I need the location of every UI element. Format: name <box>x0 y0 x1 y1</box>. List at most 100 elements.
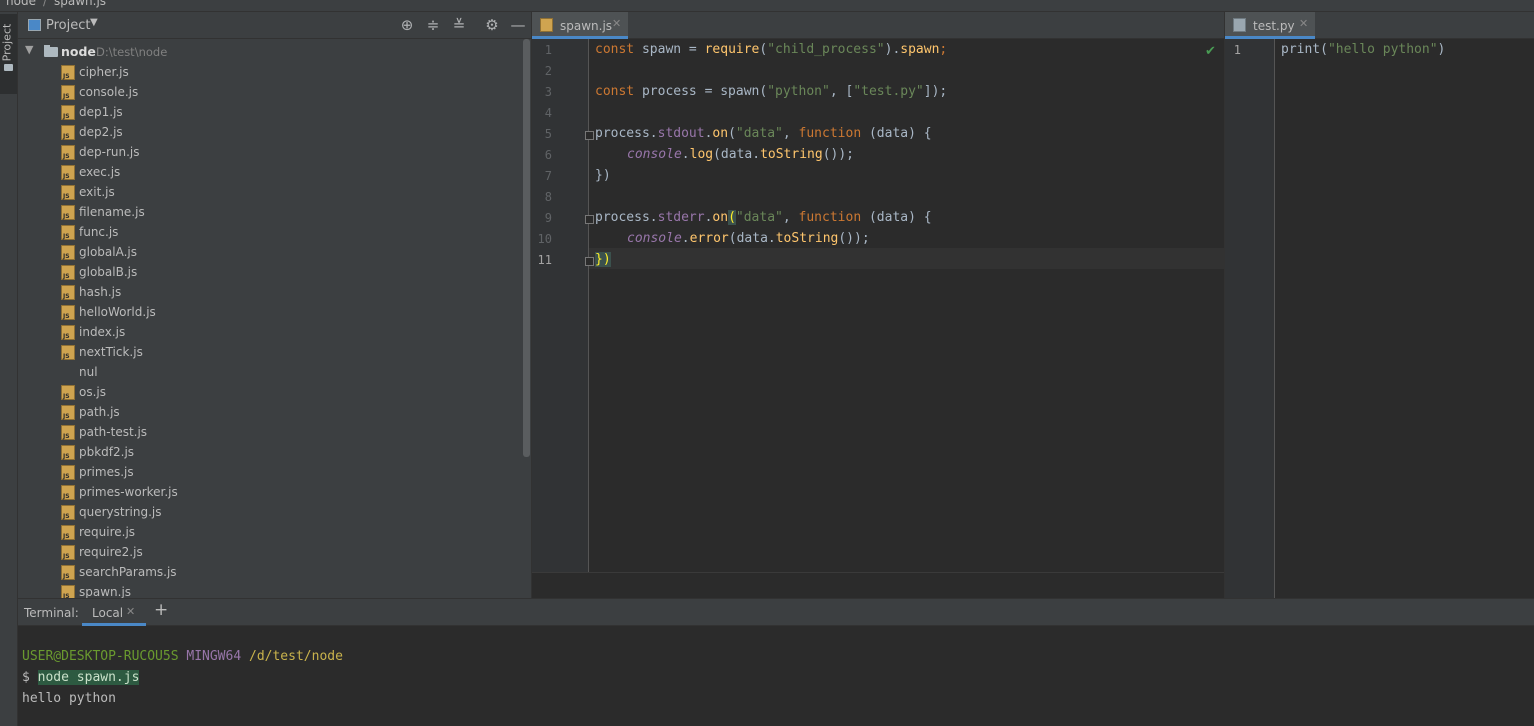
js-file-icon <box>61 125 75 140</box>
token: function <box>798 210 862 225</box>
file-tree-item[interactable]: primes-worker.js <box>18 482 522 502</box>
code-line-3[interactable]: const process = spawn("python", ["test.p… <box>595 84 947 99</box>
root-folder-path: D:\test\node <box>96 45 168 59</box>
file-tree-item[interactable]: searchParams.js <box>18 562 522 582</box>
token: const <box>595 84 635 99</box>
file-tree-item[interactable]: spawn.js <box>18 582 522 598</box>
js-file-icon <box>61 265 75 280</box>
prompt-path: /d/test/node <box>249 649 343 664</box>
chevron-down-icon[interactable]: ▼ <box>90 17 98 28</box>
token: function <box>798 126 862 141</box>
tab-test-py[interactable]: test.py ✕ <box>1225 12 1315 39</box>
file-tree-item[interactable]: console.js <box>18 82 522 102</box>
js-file-icon <box>61 325 75 340</box>
project-tool-tab-label: Project <box>0 23 14 62</box>
file-tree-item[interactable]: path.js <box>18 402 522 422</box>
line-number-gutter: 1 <box>1225 39 1275 598</box>
code-line-5[interactable]: process.stdout.on("data", function (data… <box>595 126 932 141</box>
file-tree-item[interactable]: globalA.js <box>18 242 522 262</box>
js-file-icon <box>61 585 75 598</box>
project-window-icon <box>28 19 41 31</box>
file-tree-item[interactable]: querystring.js <box>18 502 522 522</box>
fold-marker-icon[interactable] <box>585 215 594 224</box>
file-tree-item[interactable]: globalB.js <box>18 262 522 282</box>
terminal-output-line: hello python <box>22 691 116 706</box>
project-scrollbar[interactable] <box>522 39 531 598</box>
scrollbar-thumb[interactable] <box>523 39 530 457</box>
token: ( <box>728 210 736 225</box>
line-number: 11 <box>537 253 552 267</box>
file-tree-item[interactable]: exit.js <box>18 182 522 202</box>
chevron-down-icon[interactable]: ▼ <box>25 43 33 56</box>
line-number: 9 <box>544 211 552 225</box>
token: , [ <box>829 84 854 99</box>
tab-spawn-js[interactable]: spawn.js ✕ <box>532 12 628 39</box>
fold-marker-icon[interactable] <box>585 131 594 140</box>
file-tree-item[interactable]: require.js <box>18 522 522 542</box>
file-tree-item[interactable]: dep-run.js <box>18 142 522 162</box>
close-icon[interactable]: ✕ <box>1299 17 1308 30</box>
js-file-icon <box>61 405 75 420</box>
expand-all-icon[interactable]: ≑ <box>423 15 443 35</box>
file-tree-item[interactable]: hash.js <box>18 282 522 302</box>
file-tree-item[interactable]: helloWorld.js <box>18 302 522 322</box>
tree-root-node[interactable]: ▼ node D:\test\node <box>18 42 522 62</box>
file-tree-item[interactable]: path-test.js <box>18 422 522 442</box>
terminal-command-line[interactable]: $ node spawn.js <box>22 670 140 685</box>
add-terminal-icon[interactable]: + <box>154 600 168 620</box>
file-tree-item[interactable]: nul <box>18 362 522 382</box>
file-name: exit.js <box>79 185 115 199</box>
minimize-icon[interactable]: — <box>508 15 528 35</box>
js-file-icon <box>61 505 75 520</box>
file-tree-item[interactable]: index.js <box>18 322 522 342</box>
file-tree-item[interactable]: require2.js <box>18 542 522 562</box>
project-panel-header: Project ▼ ⊕ ≑ ≚ ⚙ — <box>18 12 531 39</box>
file-tree-item[interactable]: nextTick.js <box>18 342 522 362</box>
code-line-10[interactable]: console.error(data.toString()); <box>627 231 870 246</box>
file-tree-item[interactable]: dep1.js <box>18 102 522 122</box>
editor-test-py: test.py ✕ 1 print("hello python") <box>1224 12 1534 598</box>
token: require <box>704 42 760 57</box>
token: , <box>782 210 799 225</box>
token: process. <box>595 210 658 225</box>
file-tree-item[interactable]: cipher.js <box>18 62 522 82</box>
project-tool-tab[interactable]: Project <box>0 14 17 94</box>
collapse-all-icon[interactable]: ≚ <box>449 15 469 35</box>
file-name: cipher.js <box>79 65 129 79</box>
breadcrumb-item-node[interactable]: node <box>6 0 36 8</box>
file-name: path.js <box>79 405 120 419</box>
file-tree-item[interactable]: dep2.js <box>18 122 522 142</box>
gear-icon[interactable]: ⚙ <box>482 15 502 35</box>
code-line-6[interactable]: console.log(data.toString()); <box>627 147 854 162</box>
tab-local[interactable]: Local ✕ <box>82 599 146 626</box>
code-line-1[interactable]: print("hello python") <box>1281 42 1445 57</box>
file-tree-item[interactable]: pbkdf2.js <box>18 442 522 462</box>
file-tree-item[interactable]: filename.js <box>18 202 522 222</box>
breadcrumb-separator: / <box>43 0 48 8</box>
file-name: require2.js <box>79 545 143 559</box>
locate-icon[interactable]: ⊕ <box>397 15 417 35</box>
js-file-icon <box>61 485 75 500</box>
line-number: 1 <box>1233 43 1241 57</box>
close-icon[interactable]: ✕ <box>126 605 135 618</box>
code-line-7[interactable]: }) <box>595 168 611 183</box>
fold-marker-icon[interactable] <box>585 257 594 266</box>
close-icon[interactable]: ✕ <box>612 17 621 30</box>
code-line-9[interactable]: process.stderr.on("data", function (data… <box>595 210 932 225</box>
file-tree-item[interactable]: os.js <box>18 382 522 402</box>
file-name: index.js <box>79 325 126 339</box>
file-tree-item[interactable]: exec.js <box>18 162 522 182</box>
code-line-11[interactable]: }) <box>595 252 611 267</box>
token: on <box>712 210 729 225</box>
file-name: primes-worker.js <box>79 485 178 499</box>
token: spawn <box>900 42 940 57</box>
breadcrumb-item-file[interactable]: spawn.js <box>54 0 106 8</box>
file-tree-item[interactable]: primes.js <box>18 462 522 482</box>
token: ( <box>1320 42 1328 57</box>
file-tree-item[interactable]: func.js <box>18 222 522 242</box>
line-number-gutter: 1 2 3 4 5 6 7 8 9 10 11 <box>532 39 589 584</box>
project-panel-title[interactable]: Project <box>46 18 90 33</box>
token: "data" <box>735 210 783 225</box>
code-line-1[interactable]: const spawn = require("child_process").s… <box>595 42 947 57</box>
token: stderr <box>657 210 705 225</box>
